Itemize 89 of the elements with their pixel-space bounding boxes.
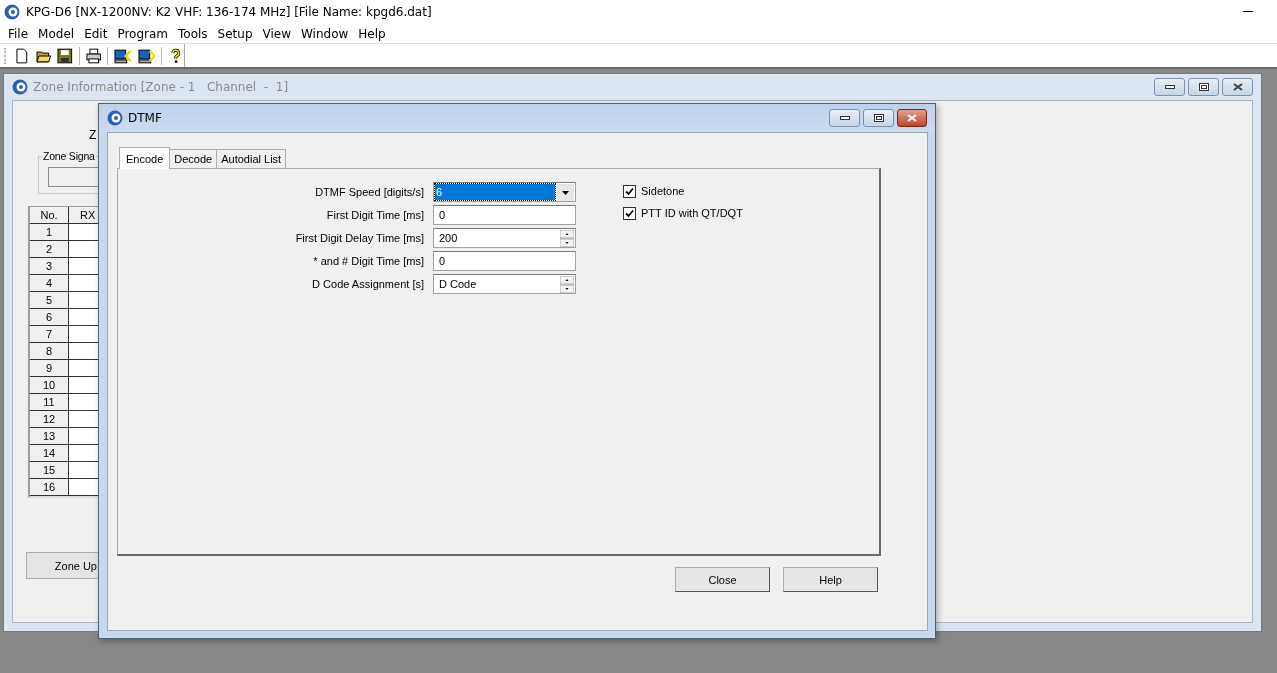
table-cell <box>69 411 100 428</box>
spinner-arrows-icon[interactable] <box>560 229 574 247</box>
menu-item[interactable]: View <box>257 26 296 41</box>
row-number: 6 <box>30 309 69 326</box>
checkbox-label: Sidetone <box>641 185 685 198</box>
window-title: KPG-D6 [NX-1200NV: K2 VHF: 136-174 MHz] [File Name: kpgd6.dat] <box>26 5 432 19</box>
row-number: 14 <box>30 445 69 462</box>
row-number: 9 <box>30 360 69 377</box>
table-cell <box>69 224 100 241</box>
group-title: Zone Signa <box>42 149 96 163</box>
checkbox-label: PTT ID with QT/DQT <box>641 207 743 220</box>
field-label: * and # Digit Time [ms] <box>312 254 424 269</box>
table-cell <box>69 292 100 309</box>
dropdown[interactable]: 6 <box>433 182 576 202</box>
gear-logo-icon <box>12 79 28 95</box>
menu-item[interactable]: Tools <box>173 26 213 41</box>
tab[interactable]: Autodial List <box>216 149 287 168</box>
window-title: Zone Information [Zone - 1 Channel - 1] <box>33 80 289 94</box>
field-label: First Digit Time [ms] <box>325 208 424 223</box>
menu-item[interactable]: Window <box>296 26 354 41</box>
minimize-icon <box>1164 83 1175 91</box>
maximize-icon <box>1198 83 1209 91</box>
row-number: 4 <box>30 275 69 292</box>
minimize-icon <box>839 114 850 122</box>
dialog-button[interactable]: Close <box>675 567 770 592</box>
minimize-button[interactable] <box>829 109 860 127</box>
maximize-button[interactable] <box>1188 78 1219 96</box>
column-header: No. <box>30 207 69 224</box>
gear-logo-icon <box>4 4 20 20</box>
computer-right-arrow-icon[interactable] <box>137 47 156 64</box>
spin-box[interactable]: 200 <box>433 228 576 248</box>
close-icon <box>907 114 917 122</box>
table-cell <box>69 479 100 496</box>
table-cell <box>69 428 100 445</box>
minimize-icon[interactable] <box>1243 11 1253 13</box>
menu-item[interactable]: Setup <box>212 26 258 41</box>
row-number: 10 <box>30 377 69 394</box>
maximize-button[interactable] <box>863 109 894 127</box>
table-cell <box>69 394 100 411</box>
printer-icon[interactable] <box>85 47 102 64</box>
table-cell <box>69 445 100 462</box>
row-number: 5 <box>30 292 69 309</box>
table-cell <box>69 241 100 258</box>
maximize-icon <box>873 114 884 122</box>
table-cell <box>69 309 100 326</box>
row-number: 1 <box>30 224 69 241</box>
zone-up-button[interactable]: Zone Up <box>26 552 99 579</box>
spinner-arrows-icon[interactable] <box>560 275 574 293</box>
row-number: 3 <box>30 258 69 275</box>
row-number: 12 <box>30 411 69 428</box>
field-label: Z <box>89 128 97 142</box>
table-cell <box>69 258 100 275</box>
menu-item[interactable]: Help <box>353 26 391 41</box>
close-icon <box>1232 83 1243 91</box>
tab[interactable]: Encode <box>119 147 171 169</box>
row-number: 15 <box>30 462 69 479</box>
menu-item[interactable]: File <box>3 26 34 41</box>
spin-box[interactable]: D Code <box>433 274 576 294</box>
close-button[interactable] <box>897 109 927 127</box>
table-cell <box>69 343 100 360</box>
input-field[interactable]: 0 <box>433 251 576 271</box>
dialog-button[interactable]: Help <box>783 567 878 592</box>
table-cell <box>69 326 100 343</box>
gear-logo-icon <box>107 110 123 126</box>
row-number: 11 <box>30 394 69 411</box>
field-label: DTMF Speed [digits/s] <box>314 185 424 200</box>
row-number: 2 <box>30 241 69 258</box>
table-cell <box>69 377 100 394</box>
field-label: First Digit Delay Time [ms] <box>294 231 424 246</box>
close-button[interactable] <box>1222 78 1253 96</box>
row-number: 16 <box>30 479 69 496</box>
table-cell <box>69 275 100 292</box>
table-cell <box>69 360 100 377</box>
dialog-title: DTMF <box>128 111 162 125</box>
computer-left-arrow-icon[interactable] <box>114 47 132 64</box>
menu-item[interactable]: Model <box>33 26 80 41</box>
table-cell <box>69 462 100 479</box>
minimize-button[interactable] <box>1154 78 1185 96</box>
checkbox[interactable] <box>623 207 636 220</box>
row-number: 13 <box>30 428 69 445</box>
new-file-icon[interactable] <box>13 47 30 64</box>
row-number: 8 <box>30 343 69 360</box>
field-label: D Code Assignment [s] <box>311 277 424 292</box>
menu-item[interactable]: Program <box>112 26 173 41</box>
row-number: 7 <box>30 326 69 343</box>
input-field[interactable]: 0 <box>433 205 576 225</box>
input-field[interactable] <box>48 167 98 187</box>
menu-item[interactable]: Edit <box>79 26 113 41</box>
checkbox[interactable] <box>623 185 636 198</box>
